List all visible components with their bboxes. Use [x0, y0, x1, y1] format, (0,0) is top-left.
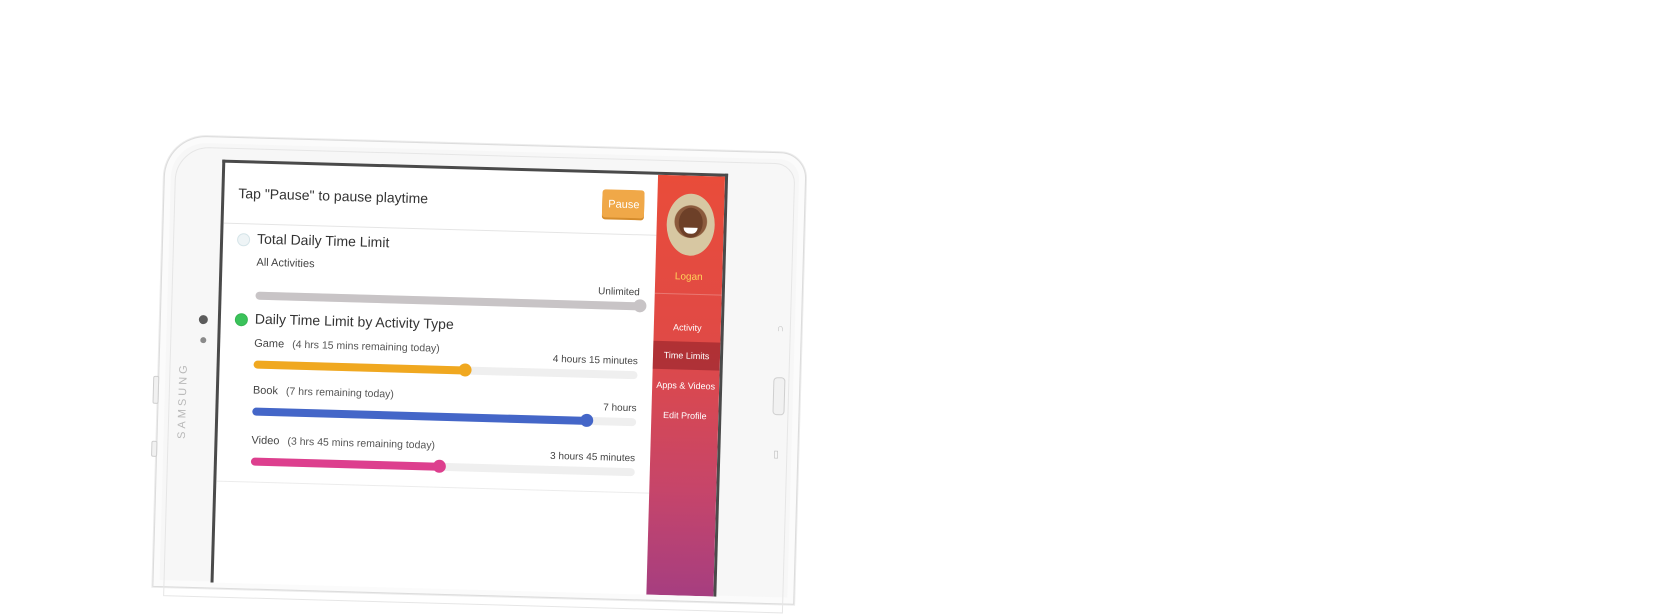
pause-button[interactable]: Pause	[601, 189, 645, 219]
sidebar-divider	[654, 292, 722, 296]
book-row-label: Book (7 hrs remaining today)	[253, 385, 394, 401]
volume-key[interactable]	[152, 375, 160, 404]
video-row-label: Video (3 hrs 45 mins remaining today)	[251, 435, 435, 452]
screen: Tap "Pause" to pause playtime Pause Tota…	[210, 159, 729, 597]
time-limits-panel: Tap "Pause" to pause playtime Pause Tota…	[214, 162, 659, 595]
activity-limit-title: Daily Time Limit by Activity Type	[254, 310, 454, 333]
back-key-icon[interactable]: ▯	[773, 449, 779, 460]
total-limit-radio[interactable]	[236, 233, 251, 247]
game-remaining: (4 hrs 15 mins remaining today)	[291, 338, 440, 355]
game-limit-fill	[253, 360, 465, 375]
video-limit-fill	[250, 457, 440, 471]
video-limit-value: 3 hours 45 minutes	[549, 450, 636, 465]
game-row-label: Game (4 hrs 15 mins remaining today)	[254, 338, 440, 355]
book-limit-handle[interactable]	[580, 413, 594, 428]
sidebar-item-edit-profile[interactable]: Edit Profile	[651, 401, 719, 431]
book-limit-value: 7 hours	[603, 402, 637, 415]
game-limit-value: 4 hours 15 minutes	[552, 353, 639, 368]
book-label: Book	[252, 384, 279, 398]
sidebar-item-time-limits[interactable]: Time Limits	[652, 340, 721, 371]
profile-name: Logan	[674, 271, 703, 284]
avatar[interactable]	[665, 193, 716, 257]
total-limit-value: Unlimited	[597, 286, 640, 299]
brand-logo: SAMSUNG	[175, 362, 190, 440]
total-limit-handle[interactable]	[633, 299, 647, 313]
menu-key-icon[interactable]: ∩	[777, 323, 784, 334]
pause-instruction: Tap "Pause" to pause playtime	[238, 185, 429, 207]
sidebar-item-apps-videos[interactable]: Apps & Videos	[652, 371, 720, 401]
video-remaining: (3 hrs 45 mins remaining today)	[287, 435, 436, 452]
sidebar-item-activity[interactable]: Activity	[653, 313, 721, 343]
all-activities-label: All Activities	[256, 256, 315, 271]
side-key[interactable]	[151, 440, 158, 457]
activity-limit-radio[interactable]	[234, 313, 249, 327]
home-key[interactable]	[772, 377, 786, 416]
tablet-device: SAMSUNG ∩ ▯ Tap "Pause" to pause playtim…	[151, 135, 807, 614]
game-label: Game	[254, 337, 285, 351]
pause-bar: Tap "Pause" to pause playtime Pause	[223, 162, 659, 236]
video-label: Video	[251, 434, 280, 448]
profile-sidebar: Logan Activity Time Limits Apps & Videos…	[646, 174, 726, 597]
book-remaining: (7 hrs remaining today)	[285, 385, 395, 401]
game-limit-handle[interactable]	[458, 363, 472, 377]
total-limit-title: Total Daily Time Limit	[256, 230, 390, 251]
video-limit-handle[interactable]	[432, 459, 447, 473]
section-divider	[216, 480, 650, 494]
